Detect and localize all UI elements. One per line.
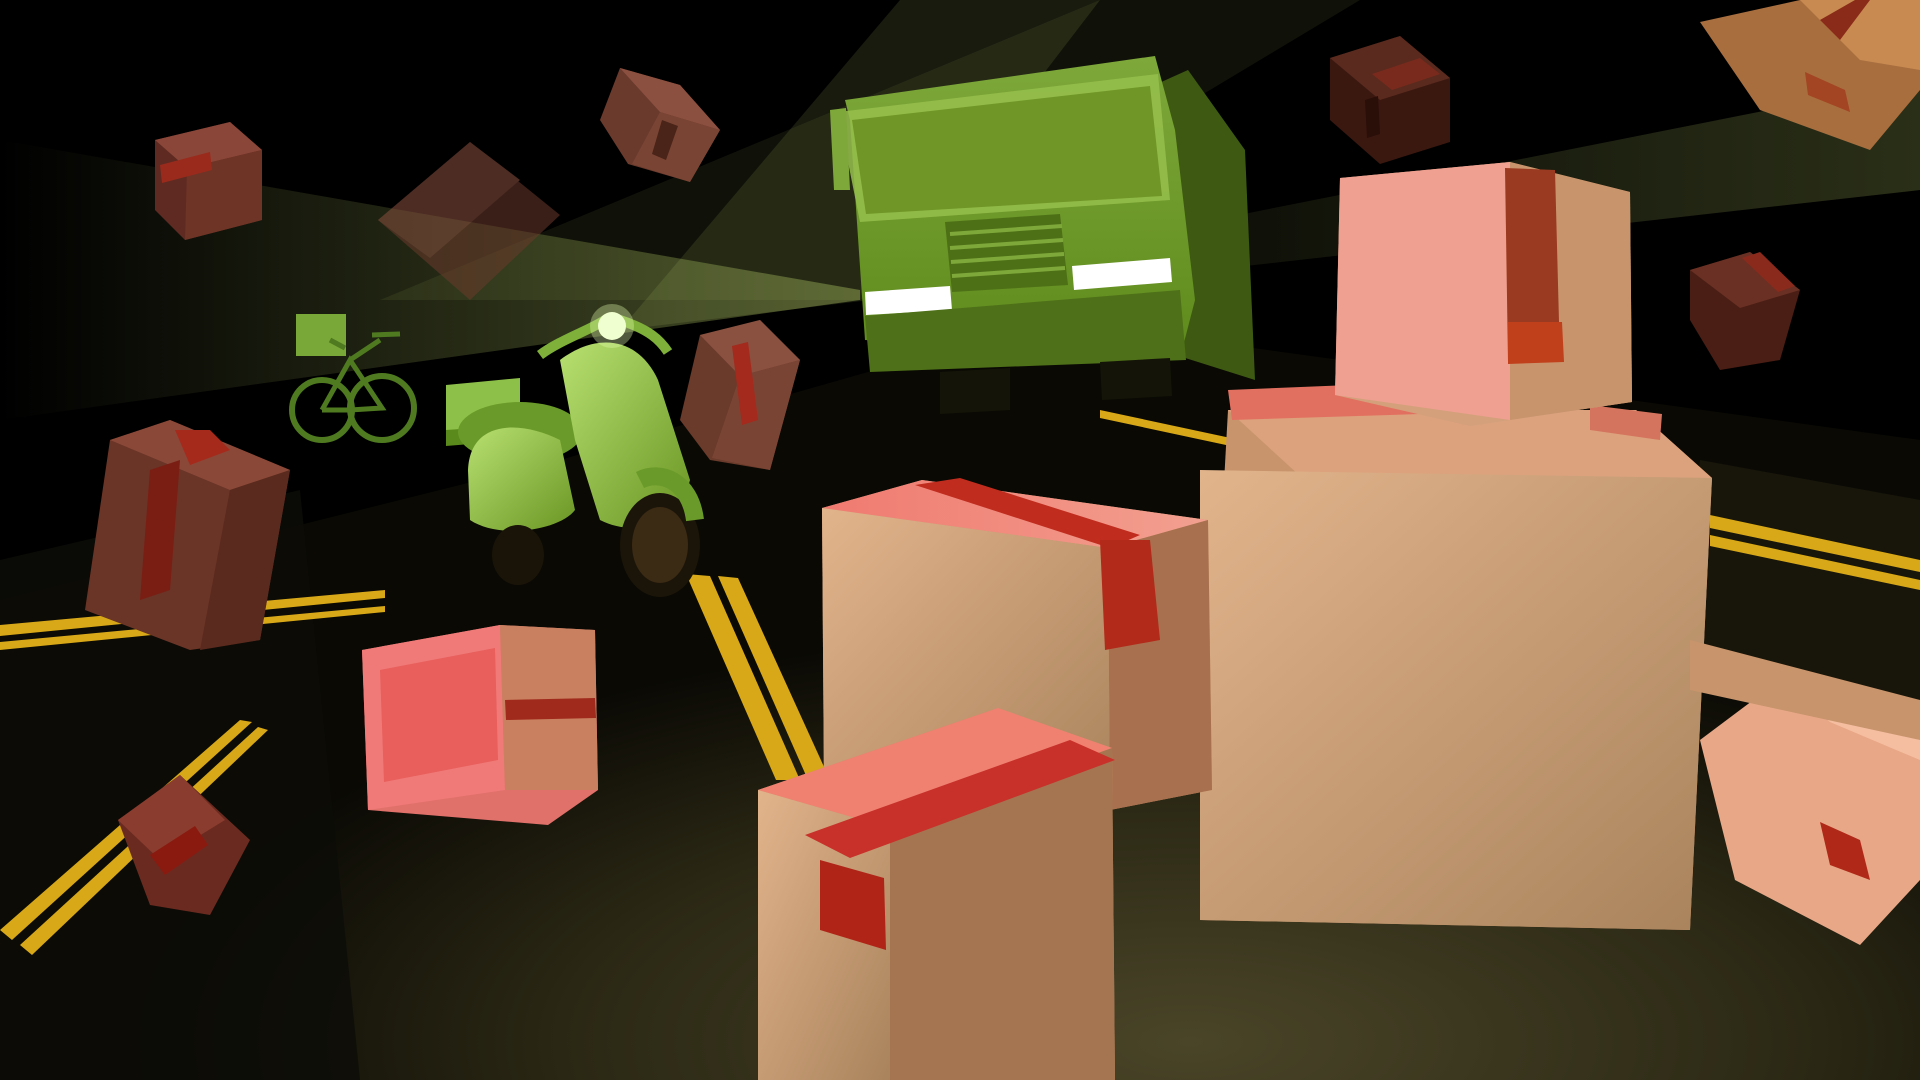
cardboard-box-top-stack	[1335, 162, 1632, 426]
floating-box-left-open	[362, 625, 598, 825]
floating-box-top-left	[155, 122, 262, 240]
delivery-night-scene	[0, 0, 1920, 1080]
